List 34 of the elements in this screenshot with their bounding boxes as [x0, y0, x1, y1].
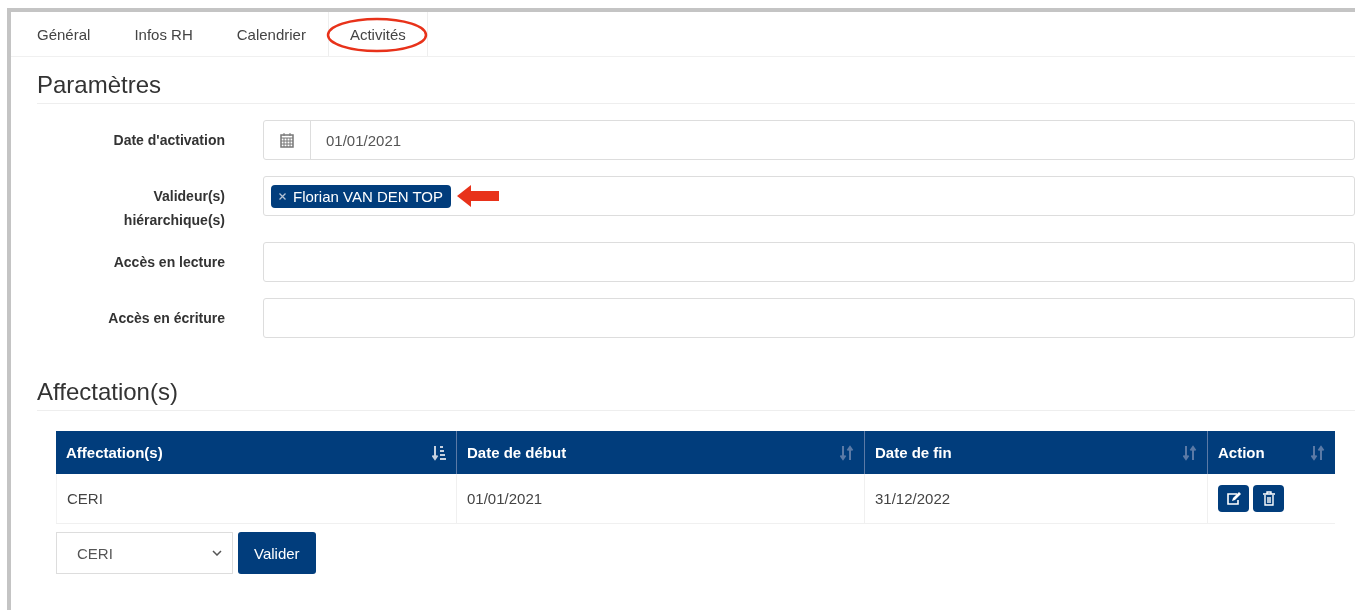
tab[interactable]: Activités	[327, 12, 428, 56]
field-label: Date d'activation	[112, 131, 225, 150]
tags-field[interactable]: Florian VAN DEN TOP	[263, 176, 1355, 216]
calendar-icon	[280, 132, 294, 148]
field-label: Accès en lecture	[112, 253, 225, 272]
input-field[interactable]	[263, 298, 1355, 338]
arrow-annotation	[457, 185, 502, 207]
sort-icon	[1183, 444, 1197, 461]
trash-icon	[1262, 491, 1275, 506]
edit-icon	[1225, 491, 1242, 506]
column-header[interactable]: Date de début	[456, 431, 864, 474]
table-cell: 01/01/2021	[456, 474, 864, 523]
person-tag[interactable]: Florian VAN DEN TOP	[271, 184, 452, 208]
sort-icon	[840, 444, 854, 461]
section-title: Affectation(s)	[37, 364, 1355, 411]
column-header[interactable]: Date de fin	[864, 431, 1207, 474]
table-cell: 31/12/2022	[864, 474, 1207, 523]
date-field[interactable]: 01/01/2021	[263, 120, 1355, 160]
remove-icon	[279, 192, 286, 200]
section-title: Paramètres	[37, 57, 1355, 104]
edit-button[interactable]	[1218, 485, 1249, 512]
input-field[interactable]	[263, 242, 1355, 282]
date-value: 01/01/2021	[325, 131, 402, 149]
sort-icon	[432, 444, 446, 461]
table-cell: CERI	[56, 474, 456, 523]
delete-button[interactable]	[1253, 485, 1284, 512]
field-label: Accès en écriture	[107, 309, 225, 328]
sort-icon	[1311, 444, 1325, 461]
select-dropdown[interactable]: CERI	[56, 532, 233, 574]
column-header[interactable]: Action	[1207, 431, 1335, 474]
column-header[interactable]: Affectation(s)	[56, 431, 456, 474]
validate-button[interactable]: Valider	[238, 532, 316, 574]
chevron-icon	[212, 550, 222, 556]
field-label: Valideur(s) hiérarchique(s)	[122, 187, 225, 230]
